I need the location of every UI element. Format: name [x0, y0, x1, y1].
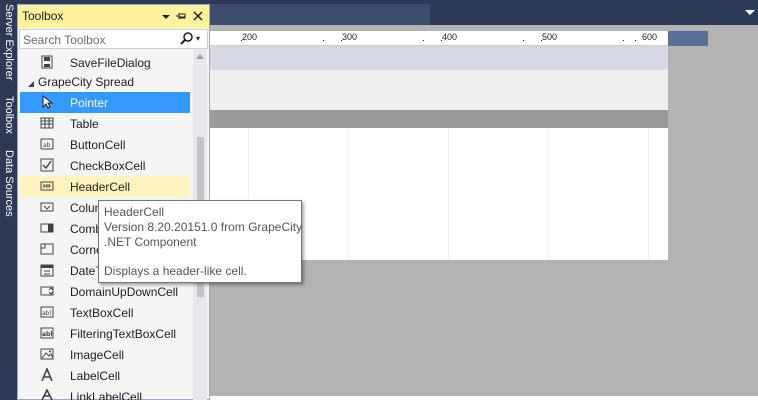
toolbox-group-label: GrapeCity Spread	[38, 75, 135, 89]
svg-text:ab: ab	[43, 142, 51, 149]
tooltip-title: HeaderCell	[104, 205, 165, 219]
toolbox-item-savefiledialog[interactable]: SaveFileDialog	[20, 52, 190, 73]
side-tab-strip: Server Explorer Toolbox Data Sources	[0, 0, 17, 400]
server-explorer-tab[interactable]: Server Explorer	[0, 4, 17, 80]
toolbox-item-label: ImageCell	[70, 348, 125, 362]
toolbox-item-label: CheckBoxCell	[70, 159, 146, 173]
ruler-label: 400	[442, 32, 458, 42]
designer-bottom-edge	[210, 396, 758, 400]
ruler-label: 300	[342, 32, 358, 42]
data-sources-tab[interactable]: Data Sources	[0, 150, 17, 217]
toolbox-item-label: HeaderCell	[70, 180, 131, 194]
button-cell-icon: ab	[40, 137, 54, 151]
column-header-cell-icon	[40, 200, 54, 214]
toolbar-band	[210, 70, 668, 110]
corner-cell-icon	[40, 242, 54, 256]
toolbox-item-headercell[interactable]: HeaderCell	[20, 176, 190, 197]
pin-icon[interactable]	[174, 8, 188, 24]
toolbox-item-label: LabelCell	[70, 369, 121, 383]
document-tab-strip	[210, 0, 758, 25]
search-options-dropdown-icon[interactable]: ▾	[196, 31, 200, 47]
ruler-label: 200	[242, 32, 258, 42]
filtering-textbox-cell-icon: abl	[40, 326, 54, 340]
search-icon[interactable]	[180, 31, 194, 47]
image-cell-icon	[40, 347, 54, 361]
ruler-label: 600	[642, 32, 658, 42]
datetime-cell-icon	[40, 263, 54, 277]
ruler: 200 300 400 500 600	[210, 31, 668, 46]
toolbox-item-filteringtextboxcell[interactable]: abl FilteringTextBoxCell	[20, 323, 190, 344]
ruler-scroll-indicator[interactable]	[668, 31, 708, 46]
svg-text:abl: abl	[42, 310, 51, 317]
toolbox-title: Toolbox	[22, 9, 64, 23]
close-icon[interactable]	[191, 8, 205, 24]
search-input[interactable]	[23, 32, 173, 47]
tooltip-description: Displays a header-like cell.	[104, 264, 247, 278]
column-header-band	[210, 110, 668, 128]
toolbox-group-grapecity-spread[interactable]: GrapeCity Spread	[20, 73, 190, 91]
toolbox-item-label: Table	[70, 117, 99, 131]
combobox-cell-icon	[40, 221, 54, 235]
document-tab[interactable]	[210, 4, 430, 25]
toolbox-tab[interactable]: Toolbox	[0, 96, 17, 134]
label-cell-icon	[40, 366, 54, 382]
link-label-cell-icon	[40, 388, 54, 400]
toolbox-header: Toolbox	[18, 5, 209, 28]
toolbox-item-label: TextBoxCell	[70, 306, 134, 320]
toolbox-item-tooltip: HeaderCell Version 8.20.20151.0 from Gra…	[98, 200, 302, 283]
toolbox-item-linklabelcell[interactable]: LinkLabelCell	[20, 386, 190, 400]
toolbox-item-labelcell[interactable]: LabelCell	[20, 365, 190, 386]
table-icon	[40, 116, 54, 130]
textbox-cell-icon: abl	[40, 305, 54, 319]
toolbox-item-imagecell[interactable]: ImageCell	[20, 344, 190, 365]
toolbox-item-buttoncell[interactable]: ab ButtonCell	[20, 134, 190, 155]
toolbox-search: ▾	[19, 29, 208, 49]
domain-updown-cell-icon	[40, 284, 54, 298]
toolbox-item-label: Pointer	[70, 96, 109, 110]
sheet-tab-band	[210, 46, 668, 70]
tooltip-component: .NET Component	[104, 235, 197, 249]
toolbox-item-checkboxcell[interactable]: CheckBoxCell	[20, 155, 190, 176]
toolbox-item-label: SaveFileDialog	[70, 56, 151, 70]
toolbox-item-label: ButtonCell	[70, 138, 126, 152]
tab-dropdown-icon[interactable]	[745, 10, 755, 15]
ruler-label: 500	[542, 32, 558, 42]
toolbox-item-pointer[interactable]: Pointer	[20, 92, 190, 113]
save-file-dialog-icon	[40, 55, 54, 69]
header-cell-icon	[40, 179, 54, 193]
group-expanded-icon	[27, 77, 35, 87]
toolbox-item-textboxcell[interactable]: abl TextBoxCell	[20, 302, 190, 323]
toolbox-item-table[interactable]: Table	[20, 113, 190, 134]
toolbox-item-label: FilteringTextBoxCell	[70, 327, 177, 341]
checkbox-cell-icon	[40, 158, 54, 172]
toolbox-item-label: LinkLabelCell	[70, 390, 143, 400]
window-position-dropdown-icon[interactable]	[159, 8, 173, 24]
svg-text:abl: abl	[42, 331, 52, 338]
scroll-up-icon[interactable]	[196, 54, 204, 59]
pointer-icon	[40, 94, 54, 109]
tooltip-version: Version 8.20.20151.0 from GrapeCity	[104, 220, 303, 234]
toolbox-item-label: DomainUpDownCell	[70, 285, 179, 299]
toolbox-item-domainupdowncell[interactable]: DomainUpDownCell	[20, 281, 190, 302]
